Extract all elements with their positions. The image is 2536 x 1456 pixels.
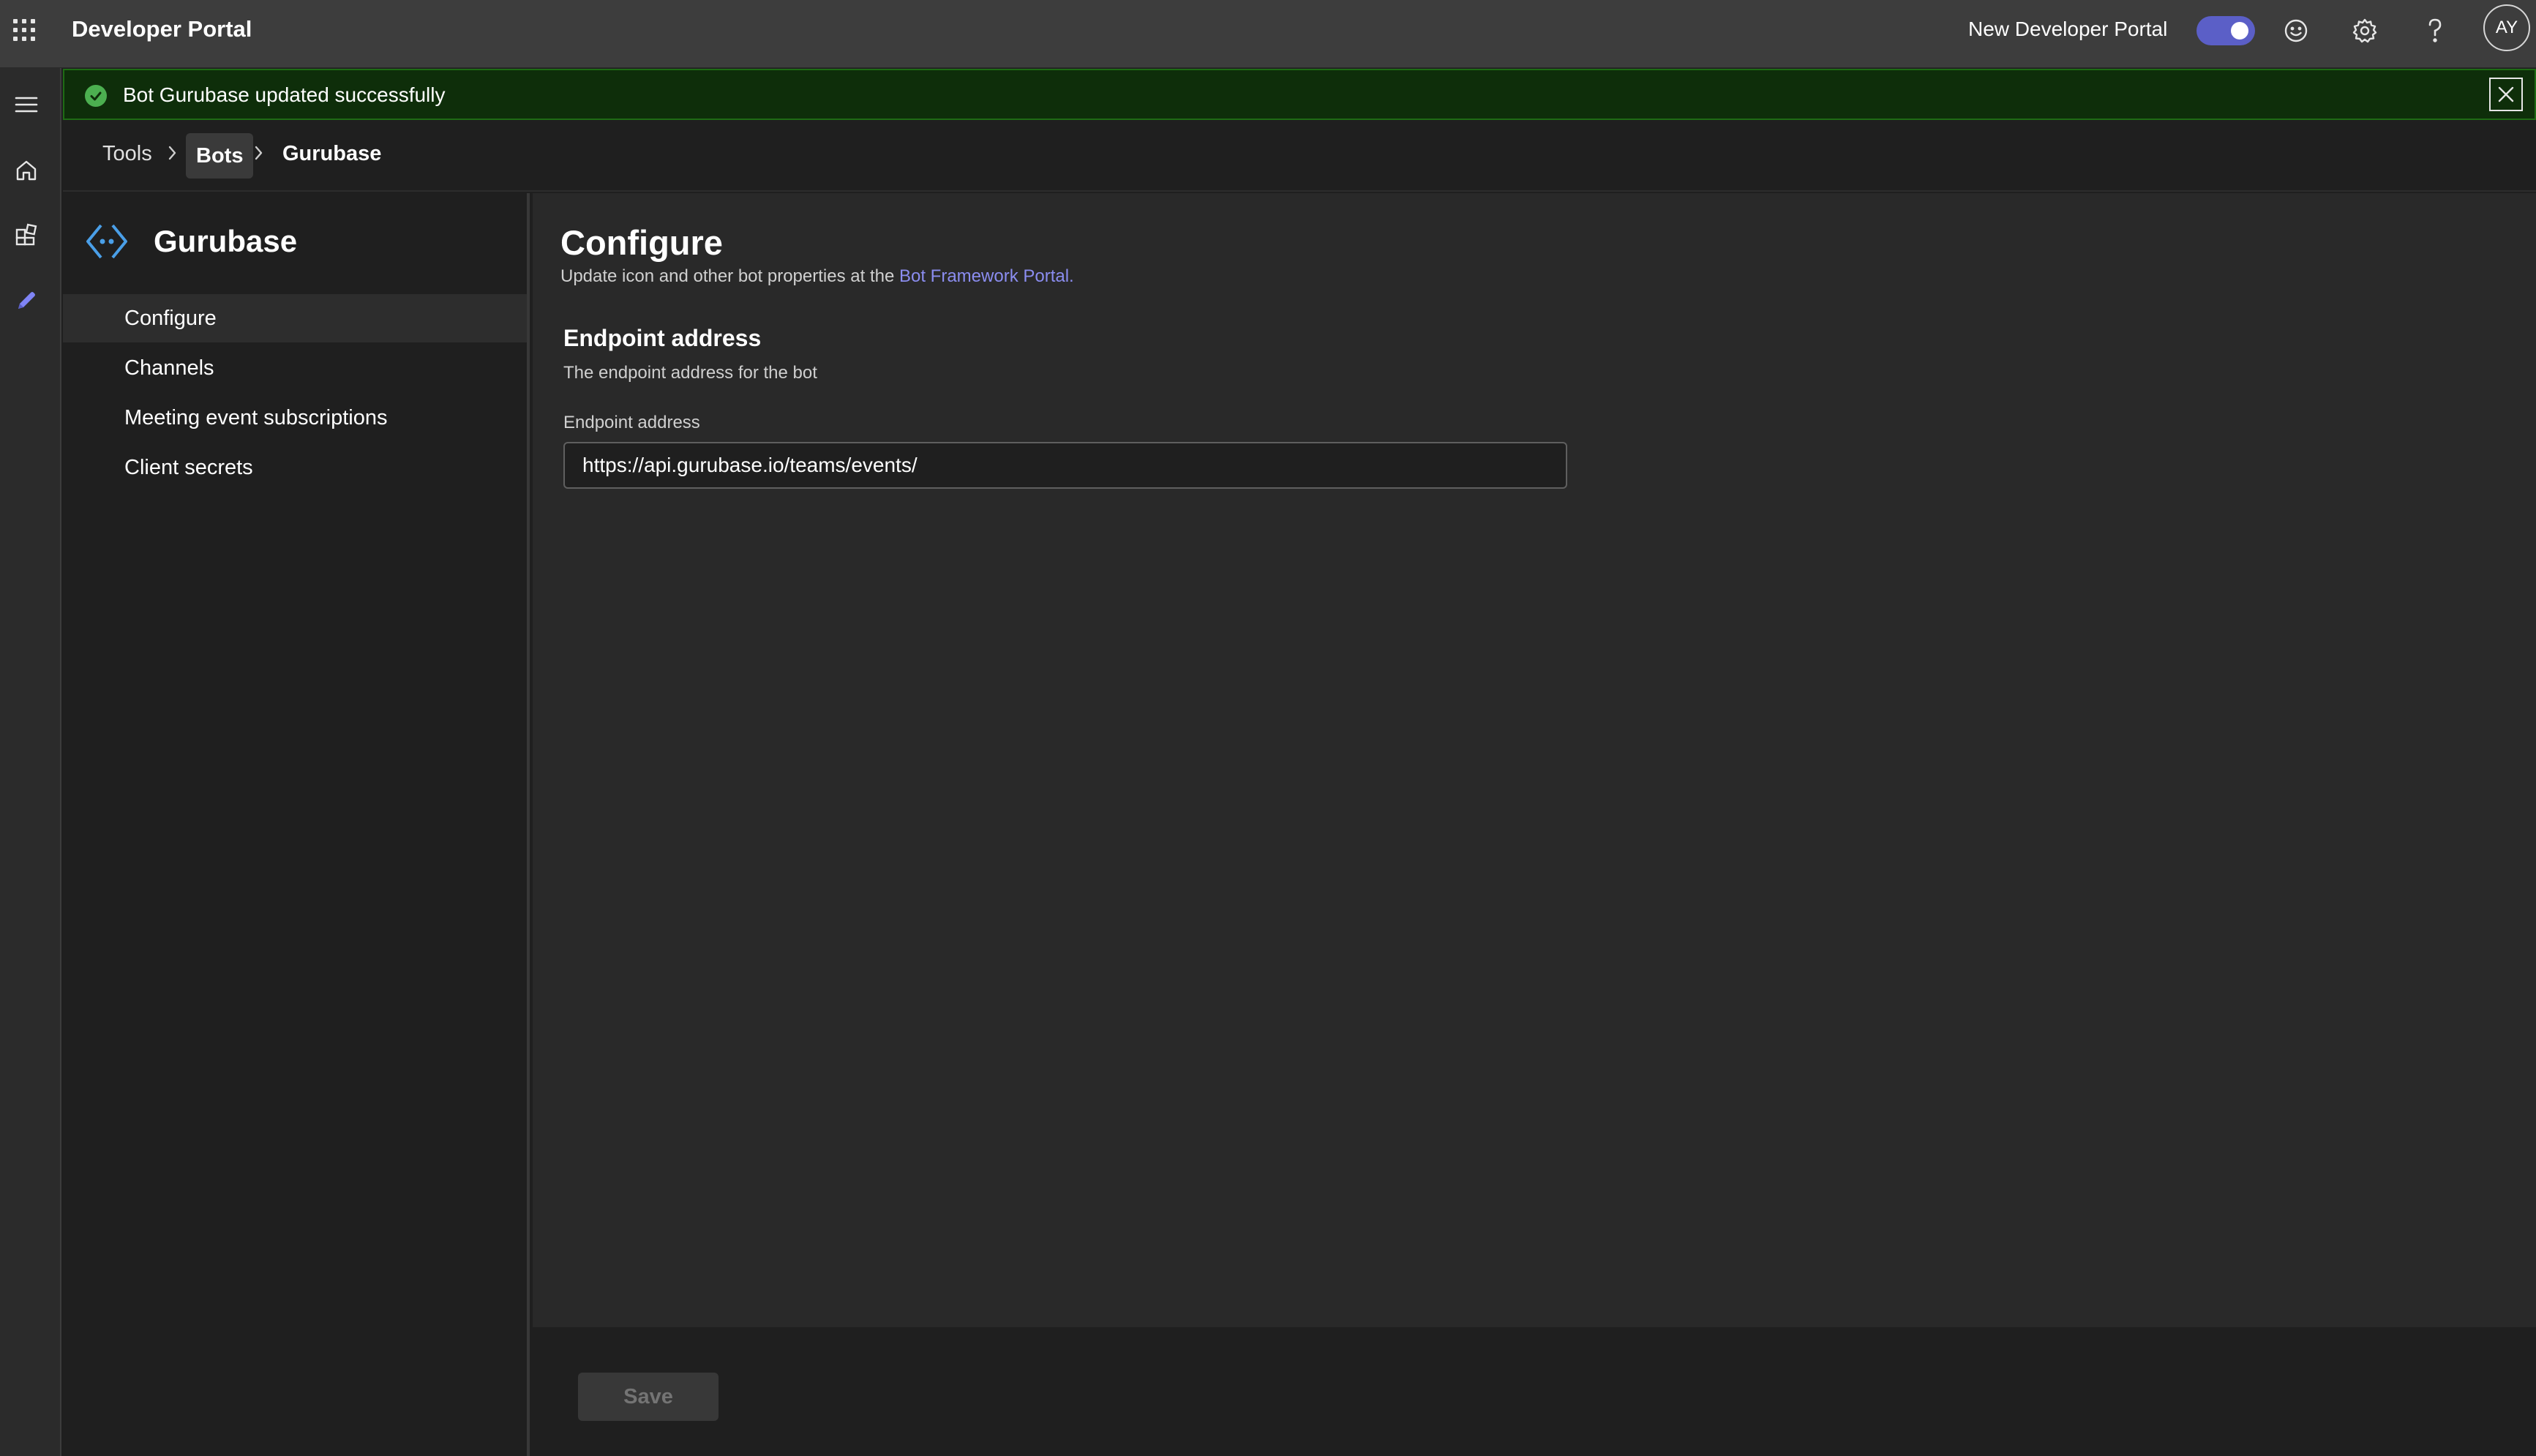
gear-icon[interactable] — [2349, 15, 2381, 47]
avatar[interactable]: AY — [2483, 4, 2530, 51]
bot-code-icon — [86, 224, 127, 259]
chevron-right-icon — [168, 146, 176, 160]
help-icon[interactable] — [2419, 15, 2451, 47]
banner-message: Bot Gurubase updated successfully — [123, 83, 446, 106]
nav-item-configure[interactable]: Configure — [63, 294, 527, 342]
app-launcher-icon[interactable] — [13, 19, 35, 41]
footer-bar: Save — [533, 1327, 2536, 1456]
page-subtitle: Update icon and other bot properties at … — [560, 266, 1074, 287]
nav-item-label: Meeting event subscriptions — [124, 406, 388, 429]
nav-item-label: Configure — [124, 307, 217, 330]
app-title: Developer Portal — [72, 16, 252, 42]
breadcrumb-tools[interactable]: Tools — [102, 142, 152, 166]
home-icon[interactable] — [10, 154, 42, 187]
app-root: Developer Portal New Developer Portal AY… — [0, 0, 2536, 1456]
close-icon[interactable] — [2489, 78, 2523, 111]
left-rail — [0, 68, 61, 1456]
section-description: The endpoint address for the bot — [563, 363, 817, 383]
main-content: Configure Update icon and other bot prop… — [533, 193, 2536, 1327]
endpoint-address-label: Endpoint address — [563, 413, 700, 432]
bot-name: Gurubase — [154, 224, 298, 258]
nav-item-channels[interactable]: Channels — [63, 344, 527, 392]
top-bar: Developer Portal New Developer Portal AY — [0, 0, 2536, 68]
breadcrumb-bots[interactable]: Bots — [186, 133, 254, 179]
success-banner: Bot Gurubase updated successfully — [63, 69, 2536, 120]
nav-item-meeting-event-subscriptions[interactable]: Meeting event subscriptions — [63, 394, 527, 442]
new-portal-toggle[interactable] — [2197, 16, 2255, 45]
nav-item-client-secrets[interactable]: Client secrets — [63, 443, 527, 492]
hamburger-menu-icon[interactable] — [10, 89, 42, 121]
bot-framework-portal-link[interactable]: Bot Framework Portal. — [899, 266, 1074, 286]
apps-icon[interactable] — [10, 219, 42, 251]
subtitle-text: Update icon and other bot properties at … — [560, 266, 899, 286]
breadcrumb-current: Gurubase — [282, 142, 382, 165]
check-circle-icon — [85, 85, 107, 107]
page-title: Configure — [560, 223, 723, 262]
save-button[interactable]: Save — [578, 1373, 719, 1421]
breadcrumb: Tools Bots Gurubase — [63, 121, 2536, 192]
chevron-right-icon — [255, 146, 263, 160]
smiley-icon[interactable] — [2280, 15, 2312, 47]
nav-item-label: Client secrets — [124, 456, 253, 479]
endpoint-address-input[interactable] — [563, 442, 1567, 489]
toggle-knob — [2231, 22, 2248, 40]
new-portal-label: New Developer Portal — [1968, 18, 2168, 40]
section-title: Endpoint address — [563, 325, 762, 351]
pencil-icon[interactable] — [10, 285, 42, 317]
nav-item-label: Channels — [124, 356, 214, 380]
bot-nav-panel: Gurubase Configure Channels Meeting even… — [63, 193, 530, 1456]
